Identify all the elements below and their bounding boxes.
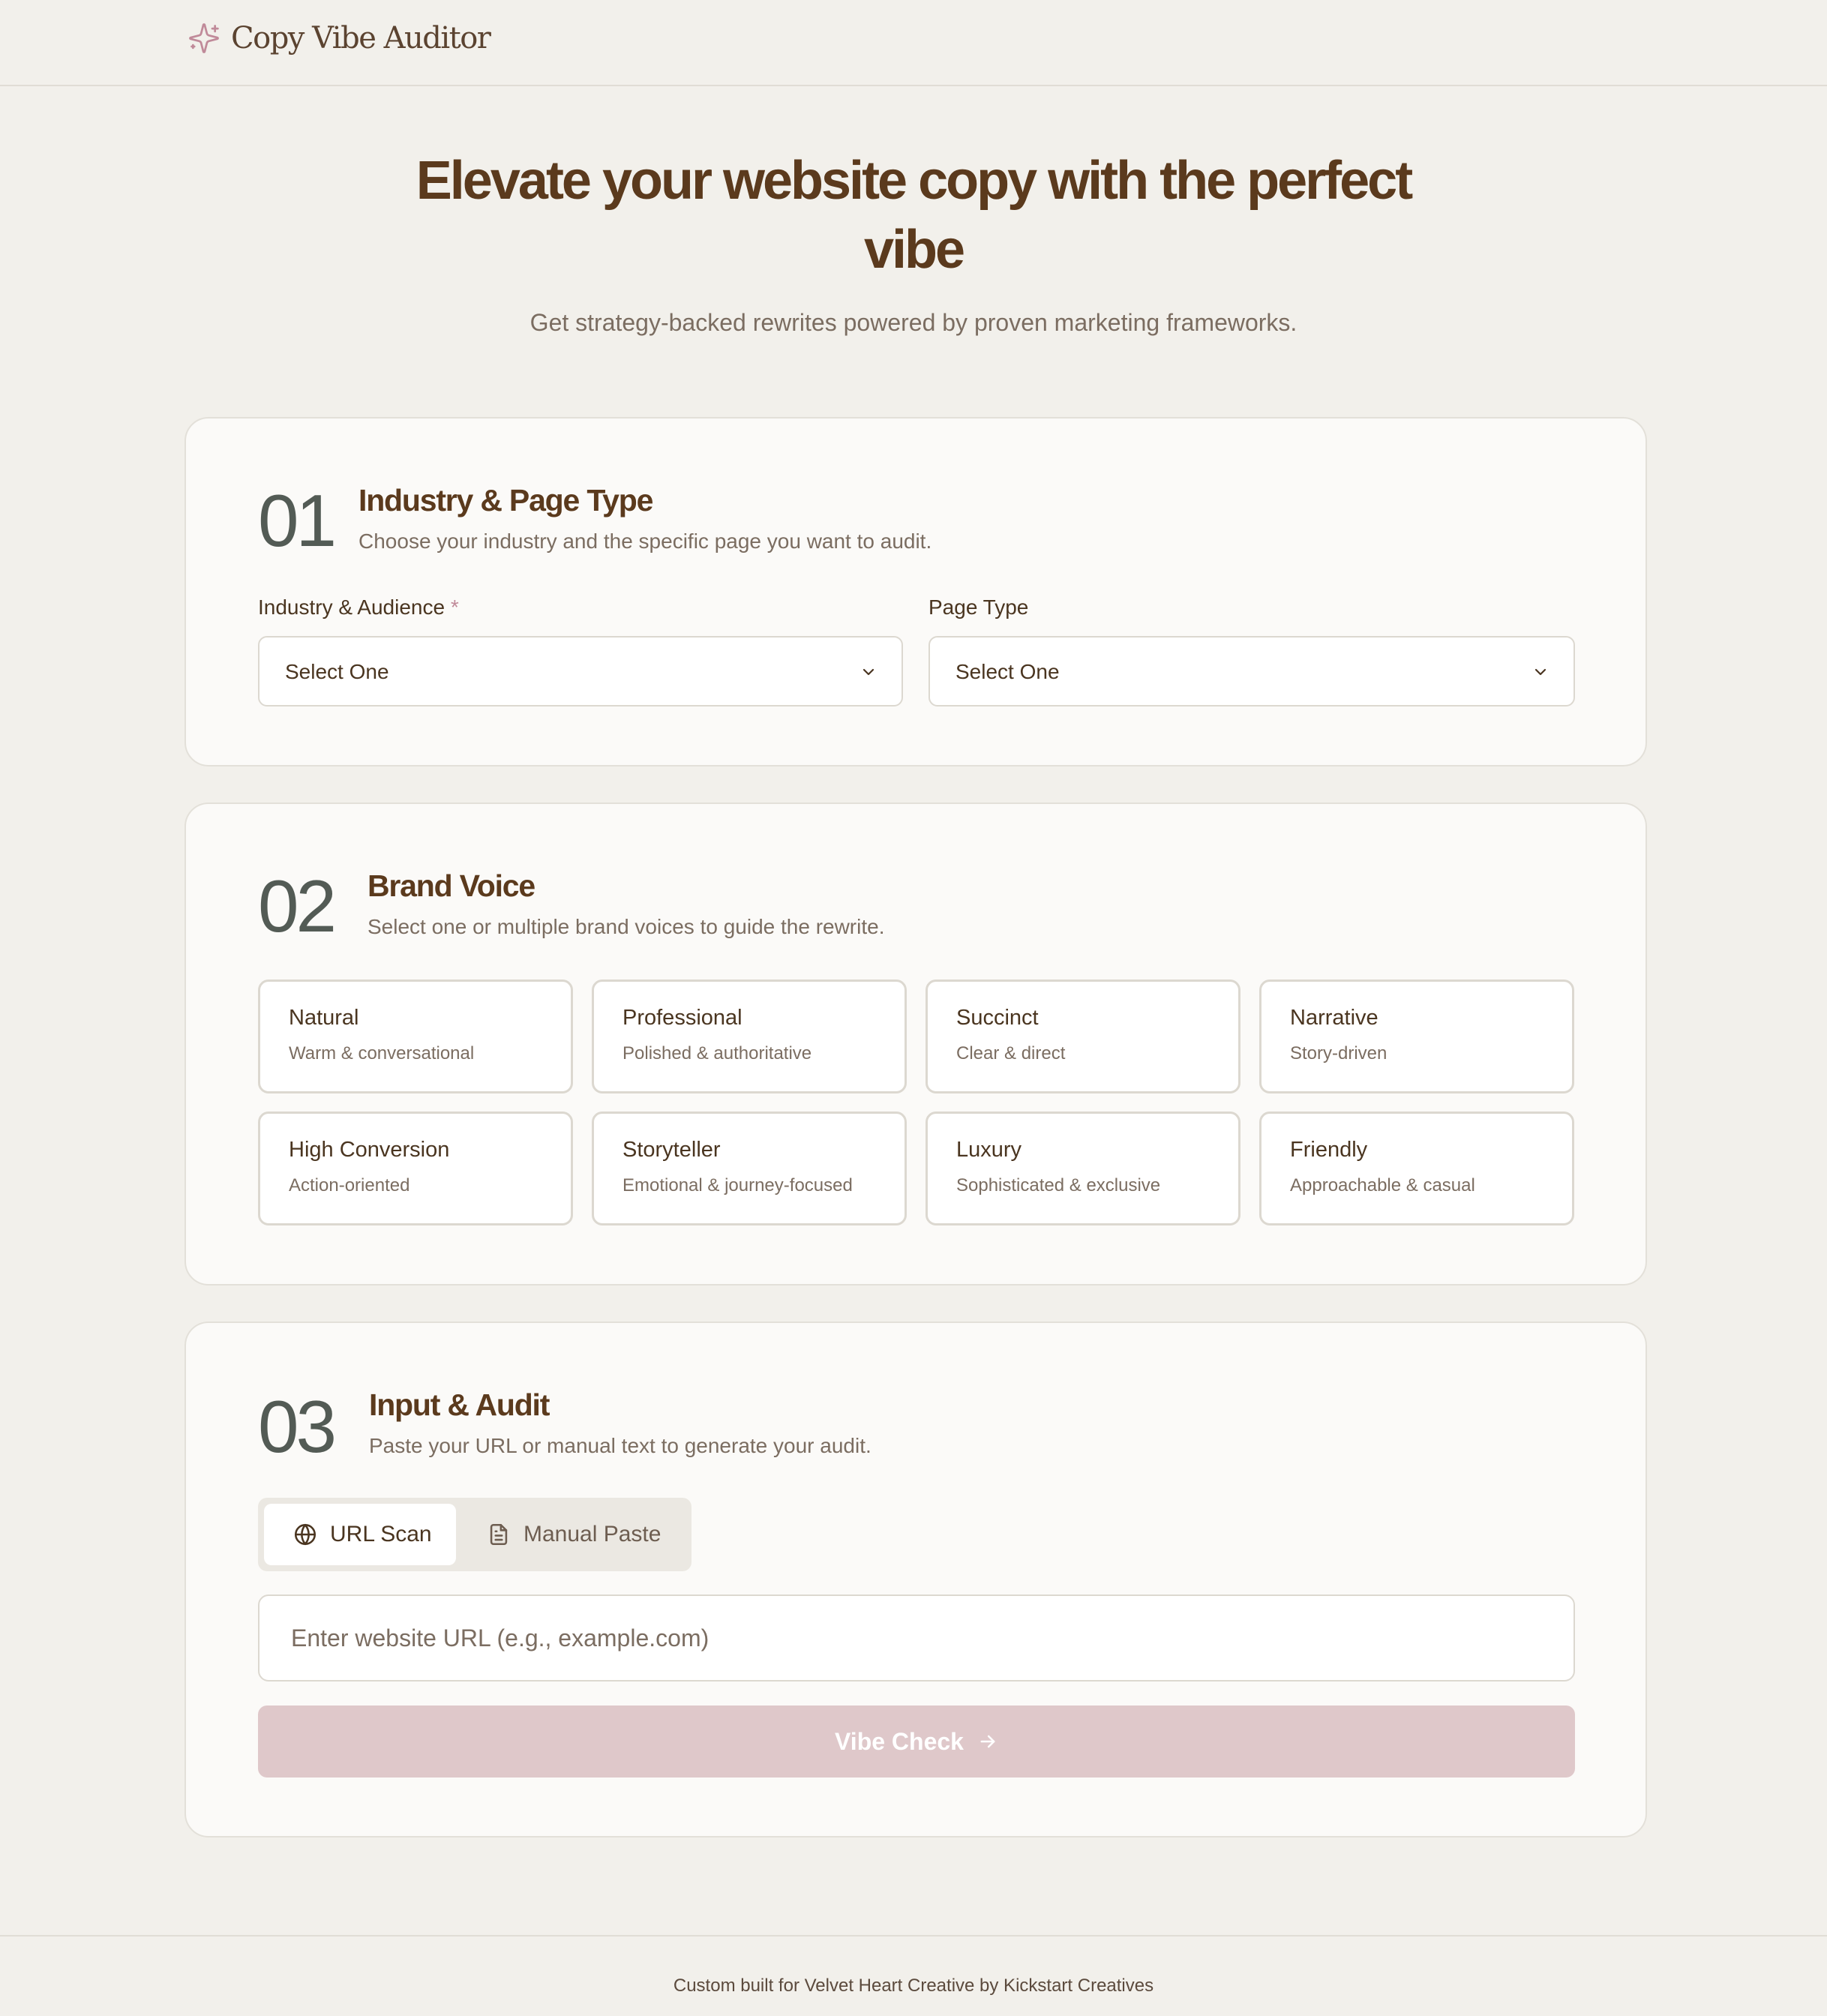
voice-option-succinct[interactable]: Succinct Clear & direct [926,980,1240,1094]
voice-subtitle: Story-driven [1290,1043,1388,1064]
step-description: Paste your URL or manual text to generat… [369,1434,872,1457]
voice-subtitle: Warm & conversational [289,1043,475,1064]
voice-title: Natural [289,1006,359,1030]
chevron-down-icon [1534,668,1546,676]
sparkle-icon [189,23,219,53]
step-number: 01 [258,479,337,562]
step-title: Input & Audit [369,1388,550,1422]
voice-subtitle: Sophisticated & exclusive [956,1175,1161,1196]
step-number: 03 [258,1385,337,1468]
page-footer: Custom built for Velvet Heart Creative b… [0,1935,1827,2016]
arrow-right-icon [980,1735,995,1748]
voice-subtitle: Polished & authoritative [622,1043,812,1064]
voice-option-narrative[interactable]: Narrative Story-driven [1259,980,1574,1094]
tab-manual-paste[interactable]: Manual Paste [456,1504,681,1565]
page-type-label: Page Type [928,596,1029,619]
vibe-check-button[interactable]: Vibe Check [258,1706,1575,1778]
voice-title: Storyteller [622,1138,721,1162]
voice-title: Luxury [956,1138,1022,1162]
voice-title: High Conversion [289,1138,450,1162]
voice-title: Narrative [1290,1006,1378,1030]
step-title: Brand Voice [368,868,536,903]
industry-select[interactable]: Select One [258,636,903,706]
step-description: Choose your industry and the specific pa… [358,530,932,553]
step-title: Industry & Page Type [358,483,653,518]
vibe-check-label: Vibe Check [835,1727,964,1755]
voice-title: Friendly [1290,1138,1368,1162]
input-mode-tabs: URL Scan Manual Paste [258,1498,692,1571]
globe-icon [294,1523,316,1546]
voice-option-luxury[interactable]: Luxury Sophisticated & exclusive [926,1112,1240,1226]
step-brand-voice-card: 02 Brand Voice Select one or multiple br… [184,802,1647,1286]
hero-subtitle: Get strategy-backed rewrites powered by … [530,309,1298,336]
voice-option-friendly[interactable]: Friendly Approachable & casual [1259,1112,1574,1226]
brand[interactable]: Copy Vibe Auditor [188,21,491,56]
footer-credit: Custom built for Velvet Heart Creative b… [673,1976,1154,1996]
industry-label-text: Industry & Audience [258,596,446,619]
tab-label: Manual Paste [524,1522,662,1546]
brand-name: Copy Vibe Auditor [231,21,491,56]
step-number: 02 [258,865,337,947]
voice-option-professional[interactable]: Professional Polished & authoritative [592,980,907,1094]
industry-select-value: Select One [285,660,389,683]
voice-subtitle: Emotional & journey-focused [622,1175,853,1196]
step-description: Select one or multiple brand voices to g… [368,915,885,938]
url-input[interactable] [258,1594,1575,1682]
hero-title: Elevate your website copy with the perfe… [388,146,1438,284]
step-input-audit-card: 03 Input & Audit Paste your URL or manua… [184,1322,1647,1838]
hero-title-line2: vibe [863,220,965,280]
tab-url-scan[interactable]: URL Scan [264,1504,456,1565]
step-industry-card: 01 Industry & Page Type Choose your indu… [184,417,1647,766]
voice-title: Succinct [956,1006,1039,1030]
required-mark: * [450,596,459,619]
chevron-down-icon [862,668,874,676]
voice-option-storyteller[interactable]: Storyteller Emotional & journey-focused [592,1112,907,1226]
voice-subtitle: Approachable & casual [1290,1175,1475,1196]
voice-option-natural[interactable]: Natural Warm & conversational [258,980,573,1094]
document-icon [490,1523,508,1546]
voice-subtitle: Clear & direct [956,1043,1066,1064]
app-header: Copy Vibe Auditor [0,0,1827,86]
industry-label: Industry & Audience * [258,596,459,620]
hero-title-line1: Elevate your website copy with the perfe… [416,151,1413,211]
page-type-select-value: Select One [956,660,1060,683]
voice-option-high-conversion[interactable]: High Conversion Action-oriented [258,1112,573,1226]
voice-title: Professional [622,1006,742,1030]
page-type-select[interactable]: Select One [928,636,1575,706]
voice-subtitle: Action-oriented [289,1175,410,1196]
tab-label: URL Scan [330,1522,432,1546]
